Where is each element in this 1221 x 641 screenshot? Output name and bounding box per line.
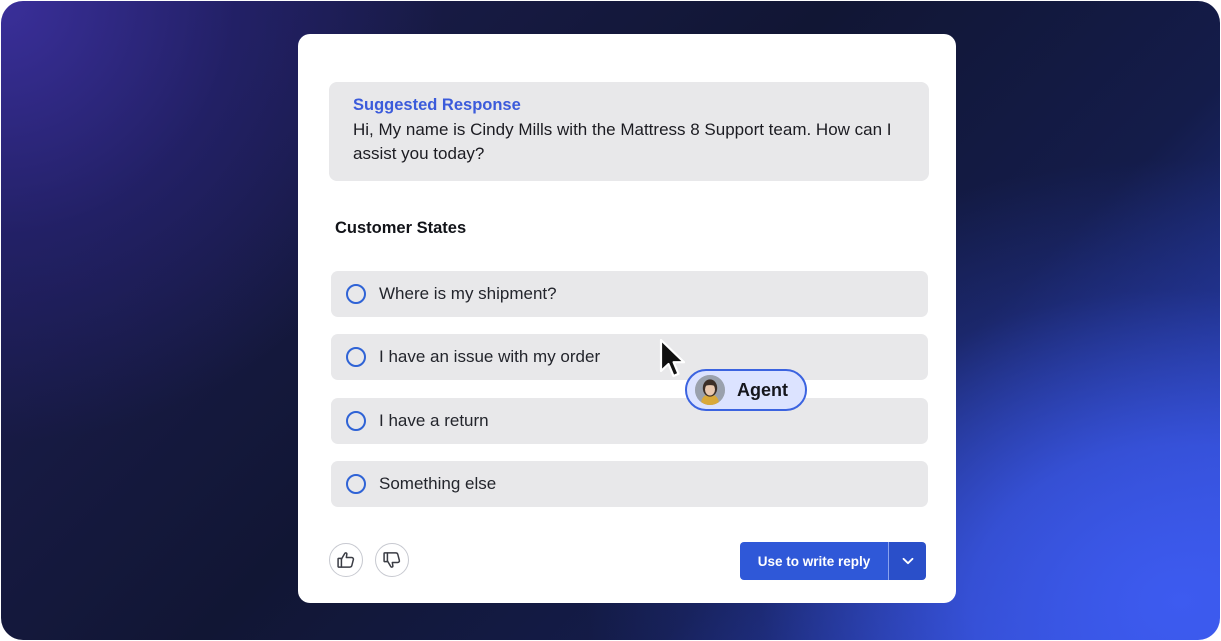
- agent-label: Agent: [737, 379, 788, 400]
- agent-tag: Agent: [685, 369, 807, 411]
- thumbs-down-icon: [383, 552, 401, 568]
- suggested-response-box: Suggested Response Hi, My name is Cindy …: [329, 82, 929, 181]
- option-label: I have a return: [379, 411, 489, 430]
- radio-button[interactable]: [346, 474, 366, 494]
- chevron-down-icon: [902, 557, 913, 565]
- suggestion-card: Suggested Response Hi, My name is Cindy …: [298, 34, 956, 603]
- background-stage: Suggested Response Hi, My name is Cindy …: [1, 1, 1220, 640]
- avatar: [695, 375, 725, 405]
- option-issue-with-order[interactable]: I have an issue with my order: [331, 334, 928, 380]
- option-label: I have an issue with my order: [379, 347, 601, 366]
- radio-button[interactable]: [346, 284, 366, 304]
- use-to-write-reply-button[interactable]: Use to write reply: [740, 542, 888, 580]
- reply-button-group: Use to write reply: [740, 542, 926, 580]
- option-have-a-return[interactable]: I have a return: [331, 398, 928, 444]
- customer-states-title: Customer States: [335, 219, 467, 237]
- radio-button[interactable]: [346, 411, 366, 431]
- thumbs-down-button[interactable]: [375, 543, 409, 577]
- option-something-else[interactable]: Something else: [331, 461, 928, 507]
- option-label: Where is my shipment?: [379, 284, 557, 303]
- suggested-response-title: Suggested Response: [353, 96, 521, 114]
- suggested-response-text: Hi, My name is Cindy Mills with the Matt…: [353, 120, 892, 163]
- thumbs-up-icon: [337, 552, 355, 568]
- radio-button[interactable]: [346, 347, 366, 367]
- thumbs-up-button[interactable]: [329, 543, 363, 577]
- option-where-is-my-shipment[interactable]: Where is my shipment?: [331, 271, 928, 317]
- mouse-cursor-icon: [659, 338, 686, 378]
- reply-options-dropdown[interactable]: [888, 542, 926, 580]
- option-label: Something else: [379, 474, 497, 493]
